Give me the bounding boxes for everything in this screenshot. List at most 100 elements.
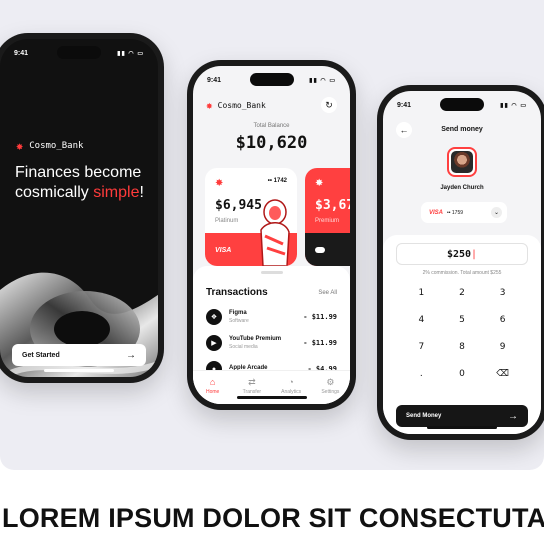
- transaction-category: Software: [229, 318, 249, 324]
- caption-heading: LOREM IPSUM DOLOR SIT CONSECTUTAR: [2, 503, 544, 533]
- brand-name: Cosmo_Bank: [217, 100, 266, 110]
- transaction-row[interactable]: ▶ YouTube Premium Social media - $11.99: [206, 333, 337, 353]
- card-tier: Premium: [315, 218, 340, 224]
- tab-transfer[interactable]: ⇄ Transfer: [235, 377, 269, 395]
- recipient-name: Jayden Church: [440, 185, 484, 191]
- key-6[interactable]: 6: [482, 314, 523, 327]
- tab-settings[interactable]: ⚙ Settings: [313, 377, 347, 395]
- dynamic-island: [249, 73, 294, 86]
- send-money-button[interactable]: Send Money →: [396, 405, 528, 427]
- card-network: VISA: [215, 247, 232, 254]
- home-icon: ⌂: [209, 377, 216, 387]
- key-0[interactable]: 0: [442, 368, 483, 381]
- signal-icon: ▮▮ ◠ ▭: [309, 77, 336, 84]
- home-indicator: [44, 369, 114, 372]
- arrow-right-icon: →: [508, 410, 518, 422]
- card-tier: Platinum: [215, 218, 239, 224]
- showcase-stage: 9:41 ▮▮ ◠ ▭ ✸ Cosmo_Bank Finances become…: [0, 0, 544, 470]
- total-balance: $10,620: [235, 133, 308, 153]
- amount-sheet: $250 | 2% commission. Total amount $255 1…: [383, 235, 541, 434]
- headline: Finances become cosmically simple!: [15, 163, 158, 203]
- get-started-button[interactable]: Get Started →: [12, 344, 146, 366]
- tab-label: Home: [205, 389, 220, 395]
- card-number: •• 1759: [447, 209, 464, 216]
- chevron-down-icon: ⌄: [491, 207, 502, 218]
- home-phone: 9:41 ▮▮ ◠ ▭ ✸ Cosmo_Bank ↻ Total Balance…: [187, 60, 356, 410]
- refresh-icon: ↻: [325, 99, 333, 110]
- transaction-name: Figma: [229, 310, 247, 316]
- tab-label: Analytics: [281, 389, 302, 395]
- status-time: 9:41: [207, 76, 222, 84]
- brand: ✸ Cosmo_Bank: [206, 99, 266, 112]
- welcome-phone: 9:41 ▮▮ ◠ ▭ ✸ Cosmo_Bank Finances become…: [0, 33, 164, 383]
- tab-analytics[interactable]: ◔ Analytics: [274, 377, 308, 395]
- balance-label: Total Balance: [253, 123, 290, 129]
- dynamic-island: [57, 46, 101, 59]
- star-logo-icon: ✸: [16, 139, 24, 153]
- tab-home[interactable]: ⌂ Home: [196, 377, 230, 395]
- card-platinum[interactable]: ✸ •• 1742 $6,945 Platinum VISA: [205, 168, 297, 266]
- transaction-amount: - $11.99: [303, 339, 337, 347]
- tab-label: Settings: [321, 389, 340, 395]
- star-logo-icon: ✸: [315, 178, 324, 189]
- brand: ✸ Cosmo_Bank: [16, 139, 83, 153]
- analytics-icon: ◔: [288, 377, 294, 387]
- card-premium[interactable]: ✸ $3,67 Premium: [305, 168, 350, 266]
- text-caret: |: [471, 248, 478, 260]
- avatar: [447, 147, 477, 177]
- key-8[interactable]: 8: [442, 341, 483, 354]
- send-money-label: Send Money: [406, 413, 442, 419]
- home-indicator: [236, 396, 307, 399]
- key-2[interactable]: 2: [442, 287, 483, 300]
- sheet-handle[interactable]: [260, 271, 283, 274]
- card-number: •• 1742: [267, 178, 287, 184]
- tab-label: Transfer: [242, 389, 262, 395]
- play-icon: ▶: [206, 335, 222, 351]
- transaction-amount: - $11.99: [303, 313, 337, 321]
- card-network: VISA: [429, 209, 444, 216]
- key-1[interactable]: 1: [401, 287, 442, 300]
- card-amount: $3,67: [315, 198, 350, 213]
- signal-icon: ▮▮ ◠ ▭: [500, 102, 527, 109]
- key-4[interactable]: 4: [401, 314, 442, 327]
- star-logo-icon: ✸: [206, 98, 213, 112]
- get-started-label: Get Started: [22, 351, 60, 359]
- transaction-row[interactable]: ❖ Figma Software - $11.99: [206, 307, 337, 327]
- status-time: 9:41: [397, 101, 412, 109]
- transaction-name: YouTube Premium: [229, 336, 282, 342]
- see-all-link[interactable]: See All: [318, 290, 337, 296]
- key-5[interactable]: 5: [442, 314, 483, 327]
- send-phone: 9:41 ▮▮ ◠ ▭ ← Send money Jayden Church V…: [377, 85, 544, 440]
- figma-icon: ❖: [206, 309, 222, 325]
- transaction-category: Social media: [229, 344, 258, 350]
- amount-input[interactable]: $250 |: [396, 243, 528, 265]
- transactions-title: Transactions: [206, 287, 268, 298]
- astronaut-illustration: [260, 199, 290, 266]
- recipient-photo: [451, 151, 473, 173]
- welcome-screen: 9:41 ▮▮ ◠ ▭ ✸ Cosmo_Bank Finances become…: [0, 39, 158, 377]
- send-screen: 9:41 ▮▮ ◠ ▭ ← Send money Jayden Church V…: [383, 91, 541, 434]
- headline-suffix: !: [139, 184, 144, 201]
- numeric-keypad: 1 2 3 4 5 6 7 8 9 . 0 ⌫: [401, 287, 523, 381]
- key-7[interactable]: 7: [401, 341, 442, 354]
- star-logo-icon: ✸: [215, 178, 224, 189]
- transfer-icon: ⇄: [248, 377, 256, 387]
- home-header: ✸ Cosmo_Bank ↻: [206, 97, 337, 113]
- home-indicator: [427, 426, 497, 429]
- backspace-icon[interactable]: ⌫: [482, 368, 523, 381]
- commission-note: 2% commission. Total amount $255: [422, 270, 502, 276]
- card-selector[interactable]: VISA •• 1759 ⌄: [421, 202, 507, 223]
- key-3[interactable]: 3: [482, 287, 523, 300]
- status-time: 9:41: [14, 49, 29, 57]
- amount-value: $250: [446, 248, 472, 260]
- dynamic-island: [440, 98, 484, 111]
- settings-icon: ⚙: [326, 377, 335, 387]
- home-screen: 9:41 ▮▮ ◠ ▭ ✸ Cosmo_Bank ↻ Total Balance…: [193, 66, 350, 404]
- refresh-button[interactable]: ↻: [321, 97, 337, 113]
- card-band: [305, 233, 350, 266]
- brand-name: Cosmo_Bank: [29, 141, 84, 151]
- signal-icon: ▮▮ ◠ ▭: [117, 50, 144, 57]
- key-decimal[interactable]: .: [401, 368, 442, 381]
- key-9[interactable]: 9: [482, 341, 523, 354]
- page-title: Send money: [441, 126, 483, 133]
